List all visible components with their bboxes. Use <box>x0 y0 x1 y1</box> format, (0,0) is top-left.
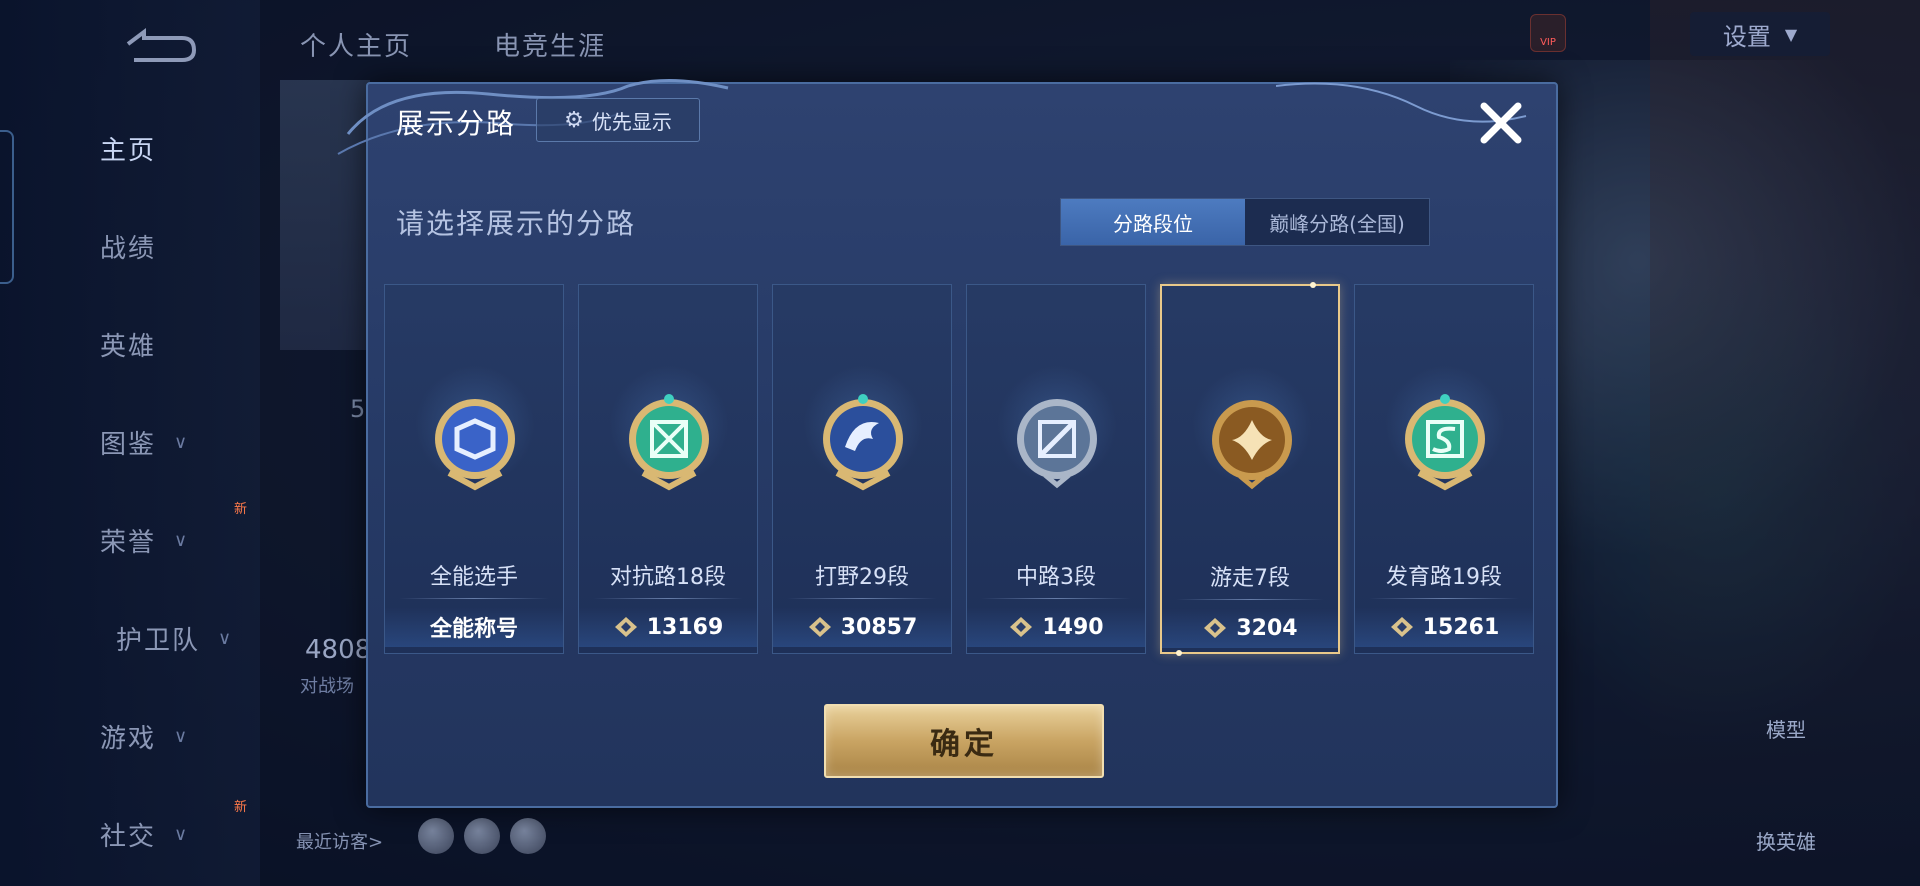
sidebar-item-label: 英雄 <box>100 331 157 362</box>
sidebar-item-label: 战绩 <box>100 233 157 264</box>
chevron-down-icon: ∨ <box>174 431 190 453</box>
lane-score: 15261 <box>1355 607 1533 647</box>
lane-name: 发育路19段 <box>1386 565 1502 590</box>
mid-lane-emblem-icon <box>1009 393 1105 493</box>
gear-icon: ⚙ <box>564 107 584 133</box>
switch-hero-button[interactable]: 换英雄 <box>1756 826 1816 855</box>
sidebar-item-guard[interactable]: 护卫队 ∨ <box>116 618 256 658</box>
sidebar-item-label: 护卫队 <box>116 625 201 656</box>
visitor-avatar[interactable] <box>510 818 546 854</box>
roam-emblem-icon <box>1204 394 1300 494</box>
lane-card-farm[interactable]: 发育路19段 15261 <box>1354 284 1534 654</box>
lane-card-jungle[interactable]: 打野29段 30857 <box>772 284 952 654</box>
visitor-avatar[interactable] <box>464 818 500 854</box>
back-button[interactable] <box>120 22 200 66</box>
clash-lane-emblem-icon <box>621 393 717 493</box>
tab-lane-rank[interactable]: 分路段位 <box>1061 199 1245 245</box>
sidebar-item-collection[interactable]: 图鉴 ∨ <box>100 422 240 462</box>
lane-mode-toggle: 分路段位 巅峰分路(全国) <box>1060 198 1430 246</box>
new-badge: 新 <box>234 800 248 815</box>
lane-name: 中路3段 <box>1016 565 1096 590</box>
sidebar-item-label: 荣誉 <box>100 527 157 558</box>
back-arrow-icon <box>126 28 197 62</box>
match-count: 4808 <box>305 635 372 665</box>
close-button[interactable] <box>1476 98 1526 148</box>
new-badge: 新 <box>234 502 248 517</box>
peak-points-icon <box>808 617 831 637</box>
priority-display-button[interactable]: ⚙ 优先显示 <box>536 98 700 142</box>
sidebar-item-label: 社交 <box>100 821 157 852</box>
sidebar-item-records[interactable]: 战绩 <box>100 226 240 266</box>
lane-card-allround[interactable]: 全能选手 全能称号 <box>384 284 564 654</box>
peak-points-icon <box>1010 617 1033 637</box>
jungle-emblem-icon <box>815 393 911 493</box>
lane-display-dialog: 展示分路 ⚙ 优先显示 请选择展示的分路 分路段位 巅峰分路(全国) 全能选手 <box>337 78 1558 808</box>
lane-card-list: 全能选手 全能称号 对抗路18段 13169 打野29段 30857 中路3段 … <box>384 282 1544 656</box>
lane-card-mid[interactable]: 中路3段 1490 <box>966 284 1146 654</box>
sidebar-item-social[interactable]: 社交 ∨ <box>100 814 240 854</box>
farm-lane-emblem-icon <box>1397 393 1493 493</box>
lane-card-roam[interactable]: 游走7段 3204 <box>1160 282 1340 656</box>
lane-score: 13169 <box>579 607 757 647</box>
lane-name: 打野29段 <box>815 565 909 590</box>
lane-score: 3204 <box>1162 608 1338 648</box>
settings-label: 设置 <box>1722 22 1771 51</box>
lane-value: 全能称号 <box>385 607 563 647</box>
close-icon <box>1480 102 1522 144</box>
visitor-avatar[interactable] <box>418 818 454 854</box>
sidebar-active-frame <box>0 130 14 284</box>
tab-peak-lane[interactable]: 巅峰分路(全国) <box>1245 199 1429 245</box>
chevron-down-icon: ▼ <box>1784 24 1798 44</box>
chevron-down-icon: ∨ <box>174 529 190 551</box>
dialog-subtitle: 请选择展示的分路 <box>396 207 637 240</box>
sidebar-item-label: 主页 <box>100 135 157 166</box>
lane-name: 全能选手 <box>429 565 518 590</box>
sidebar: 主页 战绩 英雄 图鉴 ∨ 荣誉 ∨ 新 护卫队 ∨ 游戏 ∨ 社交 ∨ 新 <box>0 0 260 886</box>
sidebar-item-label: 游戏 <box>100 723 157 754</box>
sidebar-item-label: 图鉴 <box>100 429 157 460</box>
priority-display-label: 优先显示 <box>591 109 672 134</box>
confirm-label: 确定 <box>930 727 998 762</box>
sidebar-item-heroes[interactable]: 英雄 <box>100 324 240 364</box>
lane-name: 对抗路18段 <box>610 565 726 590</box>
lane-name: 游走7段 <box>1210 566 1290 591</box>
confirm-button[interactable]: 确定 <box>824 704 1104 778</box>
settings-button[interactable]: 设置 ▼ <box>1690 12 1830 56</box>
sidebar-item-home[interactable]: 主页 <box>100 128 240 168</box>
lane-card-clash[interactable]: 对抗路18段 13169 <box>578 284 758 654</box>
dialog-title: 展示分路 <box>396 107 517 140</box>
peak-points-icon <box>1390 617 1413 637</box>
vip-badge[interactable]: VIP <box>1530 14 1566 52</box>
sidebar-item-honor[interactable]: 荣誉 ∨ <box>100 520 240 560</box>
match-count-label: 对战场 <box>300 676 354 697</box>
recent-visitors-link[interactable]: 最近访客> <box>296 828 383 854</box>
chevron-down-icon: ∨ <box>218 627 234 649</box>
peak-points-icon <box>1204 618 1227 638</box>
tab-esports-career[interactable]: 电竞生涯 <box>494 26 606 63</box>
sidebar-item-games[interactable]: 游戏 ∨ <box>100 716 240 756</box>
lane-score: 1490 <box>967 607 1145 647</box>
chevron-down-icon: ∨ <box>174 823 190 845</box>
chevron-down-icon: ∨ <box>174 725 190 747</box>
peak-points-icon <box>614 617 637 637</box>
lane-score: 30857 <box>773 607 951 647</box>
tab-personal-home[interactable]: 个人主页 <box>300 26 412 63</box>
allround-emblem-icon <box>427 393 523 493</box>
model-button[interactable]: 模型 <box>1766 714 1806 743</box>
